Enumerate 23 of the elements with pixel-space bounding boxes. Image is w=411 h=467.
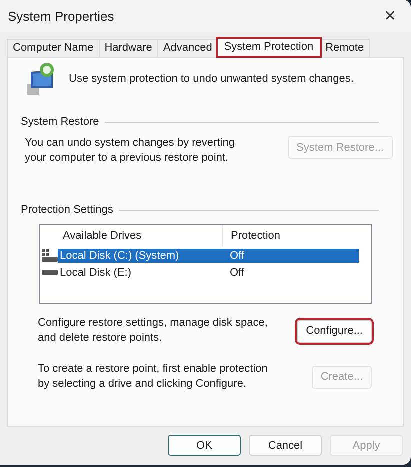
computer-icon (25, 62, 57, 96)
dialog-button[interactable]: Cancel (249, 435, 322, 456)
intro-text: Use system protection to undo unwanted system changes. (69, 73, 354, 85)
system-drive-icon (42, 249, 58, 262)
group-title: Protection Settings (21, 204, 114, 216)
tab[interactable]: Remote (320, 39, 370, 57)
configure-button[interactable]: Configure... (297, 320, 372, 342)
protection-status[interactable]: Off (226, 266, 359, 280)
system-restore-text: You can undo system changes by reverting your computer to a previous restore point. (25, 136, 236, 166)
protection-status[interactable]: Off (226, 248, 359, 262)
tab[interactable]: System Protection (217, 38, 321, 57)
create-text: To create a restore point, first enable protection by selecting a drive and clicking Configure. (38, 362, 269, 392)
drive-name[interactable]: Local Disk (E:) (58, 266, 226, 280)
column-header[interactable]: Available Drives (40, 225, 223, 247)
group-title: System Restore (21, 116, 100, 128)
dialog-button[interactable]: OK (168, 435, 241, 456)
tab[interactable]: Computer Name (7, 39, 100, 57)
drive-icon (42, 270, 58, 275)
window-title: System Properties (8, 8, 114, 24)
configure-text: Configure restore settings, manage disk space, and delete restore points. (38, 316, 269, 346)
drive-name[interactable]: Local Disk (C:) (System) (58, 248, 226, 262)
close-button[interactable]: ✕ (378, 7, 403, 25)
column-header[interactable]: Protection (223, 230, 281, 242)
